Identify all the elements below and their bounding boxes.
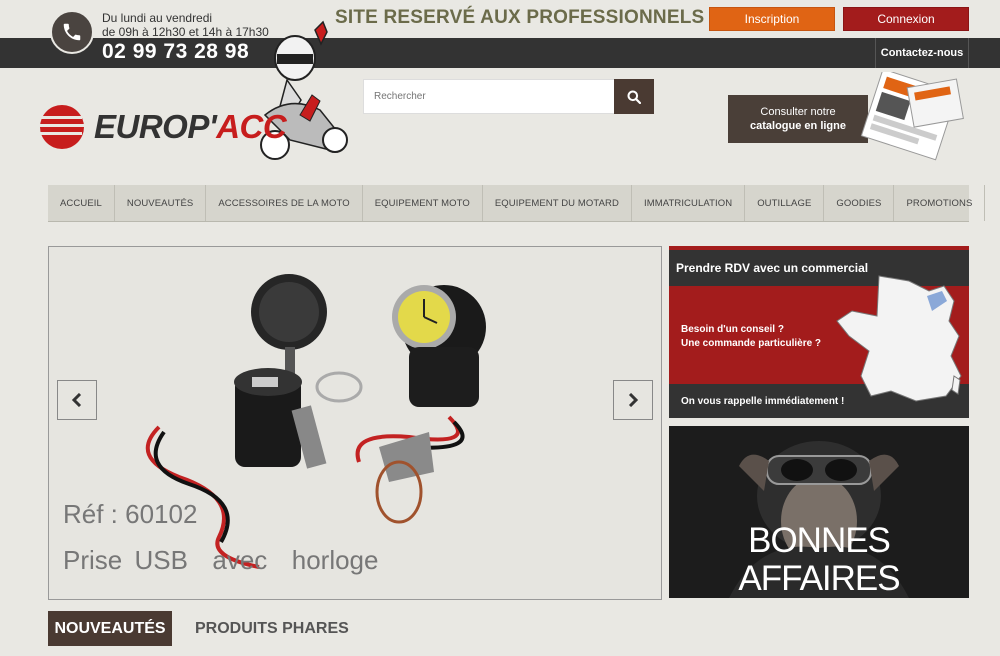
chevron-right-icon: [628, 393, 639, 407]
slide-reference: Réf : 60102: [63, 499, 198, 529]
nav-item-goodies[interactable]: GOODIES: [824, 185, 895, 221]
nav-item-accessoires[interactable]: ACCESSOIRES DE LA MOTO: [206, 185, 363, 221]
logo-text-main: EUROP': [94, 108, 217, 145]
bonnes-affaires-banner[interactable]: BONNES AFFAIRES: [669, 426, 969, 598]
bonnes-affaires-text: BONNES AFFAIRES: [738, 521, 900, 598]
tab-produits-phares[interactable]: PRODUITS PHARES: [195, 611, 349, 646]
rdv-top-border: [669, 246, 969, 250]
nav-item-equipement-moto[interactable]: EQUIPEMENT MOTO: [363, 185, 483, 221]
hours-line-1: Du lundi au vendredi: [102, 11, 213, 25]
nav-item-equipement-motard[interactable]: EQUIPEMENT DU MOTARD: [483, 185, 632, 221]
phone-number[interactable]: 02 99 73 28 98: [102, 40, 249, 64]
nav-item-immatriculation[interactable]: IMMATRICULATION: [632, 185, 746, 221]
slider-next-button[interactable]: [613, 380, 653, 420]
nav-item-promotions[interactable]: PROMOTIONS: [894, 185, 986, 221]
inscription-button[interactable]: Inscription: [709, 7, 835, 31]
slider-prev-button[interactable]: [57, 380, 97, 420]
chevron-left-icon: [71, 393, 82, 407]
pro-notice: SITE RESERVÉ AUX PROFESSIONNELS: [335, 7, 705, 28]
search-input[interactable]: [363, 79, 615, 114]
rdv-callback-text: On vous rappelle immédiatement !: [681, 396, 845, 407]
rdv-question-2: Une commande particulière ?: [681, 338, 822, 349]
nav-item-nouveautes[interactable]: NOUVEAUTÉS: [115, 185, 207, 221]
catalogue-line-1: Consulter notre: [760, 106, 836, 118]
tab-nouveautes[interactable]: NOUVEAUTÉS: [48, 611, 172, 646]
hours-line-2: de 09h à 12h30 et 14h à 17h30: [102, 25, 269, 39]
nav-item-outillage[interactable]: OUTILLAGE: [745, 185, 825, 221]
search-button[interactable]: [614, 79, 654, 114]
catalogue-button[interactable]: Consulter notre catalogue en ligne: [728, 95, 868, 143]
france-map-icon: [836, 275, 962, 402]
catalogue-line-2: catalogue en ligne: [750, 120, 846, 132]
main-nav: ACCUEIL NOUVEAUTÉS ACCESSOIRES DE LA MOT…: [48, 185, 986, 222]
phone-icon: [50, 10, 94, 54]
logo-mark-icon: [36, 105, 86, 149]
logo-text: EUROP'ACC: [94, 108, 287, 146]
opening-hours: Du lundi au vendredi de 09h à 12h30 et 1…: [102, 11, 269, 39]
contact-link[interactable]: Contactez-nous: [875, 38, 969, 68]
europacc-logo[interactable]: EUROP'ACC: [36, 104, 287, 150]
rdv-commercial-banner[interactable]: Prendre RDV avec un commercial Besoin d'…: [669, 246, 969, 418]
nav-item-accueil[interactable]: ACCUEIL: [48, 185, 115, 221]
catalogue-image[interactable]: [850, 72, 968, 170]
search-icon: [627, 90, 641, 104]
connexion-button[interactable]: Connexion: [843, 7, 969, 31]
slide-product-name: Prise USB avec horloge: [63, 545, 379, 575]
product-slider: Réf : 60102 Prise USB avec horloge: [48, 246, 662, 600]
logo-text-accent: ACC: [216, 108, 287, 145]
rdv-title: Prendre RDV avec un commercial: [676, 261, 869, 275]
rdv-question-1: Besoin d'un conseil ?: [681, 324, 784, 335]
